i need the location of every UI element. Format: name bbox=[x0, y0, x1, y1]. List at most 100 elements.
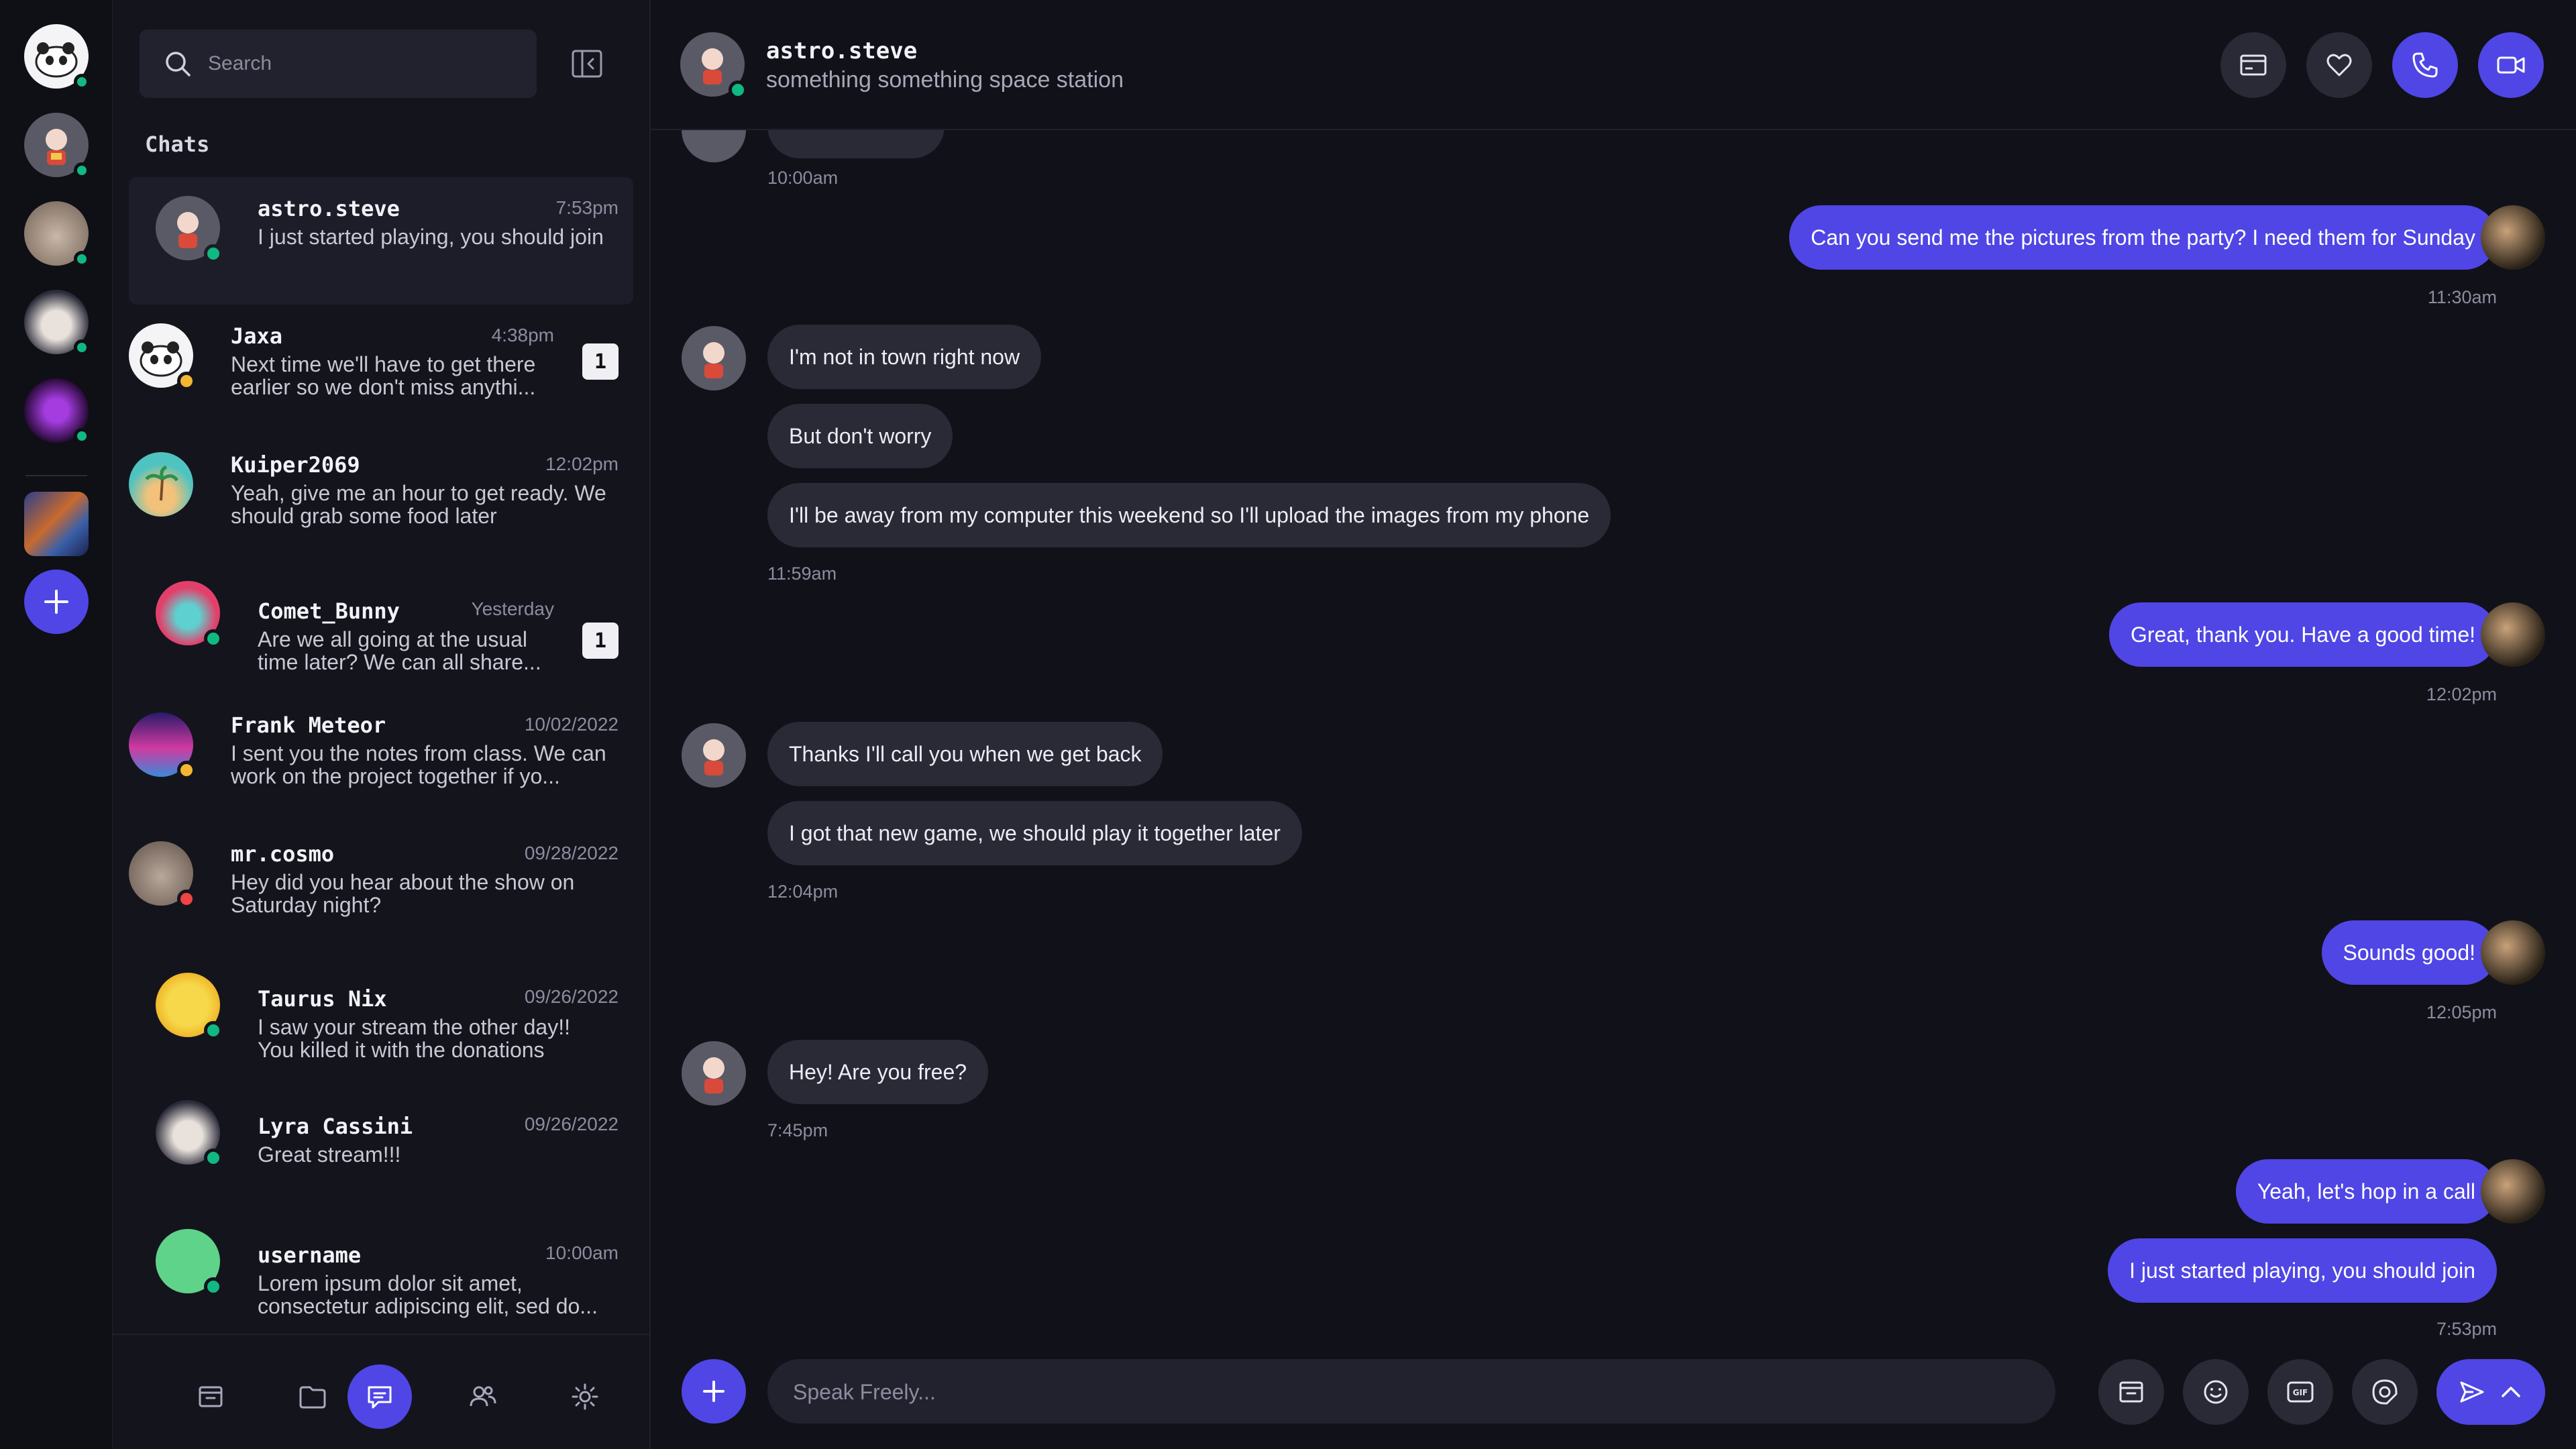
chat-item-jaxa[interactable]: Jaxa 4:38pm Next time we'll have to get … bbox=[129, 305, 633, 432]
chat-preview: Yeah, give me an hour to get ready. We s… bbox=[231, 482, 606, 528]
avatar bbox=[156, 581, 223, 648]
chat-bubble-icon bbox=[368, 1386, 392, 1409]
message-time: 12:02pm bbox=[2426, 684, 2497, 704]
chat-preview: I just started playing, you should join bbox=[258, 225, 604, 249]
message-time: 7:45pm bbox=[767, 1120, 828, 1140]
chat-time: 12:02pm bbox=[545, 453, 619, 474]
phone-icon bbox=[2412, 52, 2438, 78]
header-avatar[interactable] bbox=[680, 32, 747, 99]
chat-preview: I saw your stream the other day!! You ki… bbox=[258, 1016, 570, 1062]
chat-preview: Great stream!!! bbox=[258, 1143, 401, 1167]
chat-time: Yesterday bbox=[471, 598, 555, 619]
chat-item-comet-bunny[interactable]: Comet_Bunny Yesterday Are we all going a… bbox=[129, 574, 633, 702]
sender-avatar bbox=[682, 1041, 746, 1106]
search-icon bbox=[166, 52, 191, 76]
gif-icon: GIF bbox=[2287, 1381, 2314, 1403]
message-list[interactable]: 10:00am Can you send me the pictures fro… bbox=[651, 130, 2576, 1344]
chat-header: astro.steve something something space st… bbox=[651, 0, 2576, 130]
users-icon bbox=[470, 1386, 496, 1407]
chat-name: Frank Meteor bbox=[231, 712, 386, 738]
message-time: 12:05pm bbox=[2426, 1002, 2497, 1022]
message-time: 12:04pm bbox=[767, 881, 839, 902]
nav-files-button[interactable] bbox=[280, 1364, 345, 1429]
chat-item-kuiper2069[interactable]: Kuiper2069 12:02pm Yeah, give me an hour… bbox=[129, 433, 633, 561]
search-bar[interactable] bbox=[140, 30, 537, 98]
inbox-button[interactable] bbox=[2098, 1359, 2164, 1425]
user-avatar-jaxa[interactable] bbox=[24, 24, 90, 90]
wallet-button[interactable] bbox=[2220, 32, 2286, 98]
message-bubble-partial bbox=[767, 130, 945, 158]
sticker-button[interactable] bbox=[2352, 1359, 2418, 1425]
chat-preview: Lorem ipsum dolor sit amet, consectetur … bbox=[258, 1272, 598, 1318]
attach-button[interactable] bbox=[682, 1359, 746, 1424]
nav-inbox-button[interactable] bbox=[178, 1364, 243, 1429]
message-bubble-incoming: I got that new game, we should play it t… bbox=[767, 801, 1302, 865]
message-input-wrapper[interactable] bbox=[767, 1359, 2055, 1425]
send-icon bbox=[2460, 1381, 2484, 1403]
user-avatar-cat[interactable] bbox=[24, 201, 90, 267]
svg-text:GIF: GIF bbox=[2293, 1388, 2308, 1397]
message-time: 11:59am bbox=[767, 564, 837, 584]
message-bubble-outgoing: Great, thank you. Have a good time! bbox=[2108, 602, 2497, 667]
message-bubble-outgoing: I just started playing, you should join bbox=[2108, 1238, 2497, 1303]
avatar bbox=[156, 196, 223, 263]
nav-settings-button[interactable] bbox=[553, 1364, 617, 1429]
my-avatar bbox=[2481, 1159, 2545, 1224]
search-input[interactable] bbox=[207, 52, 504, 76]
chat-time: 4:38pm bbox=[491, 325, 554, 345]
emoji-button[interactable] bbox=[2183, 1359, 2249, 1425]
add-server-button[interactable] bbox=[24, 570, 89, 634]
server-icon[interactable] bbox=[24, 492, 89, 556]
avatar bbox=[129, 841, 196, 908]
chat-item-mr-cosmo[interactable]: mr.cosmo 09/28/2022 Hey did you hear abo… bbox=[129, 822, 633, 950]
chat-name: astro.steve bbox=[258, 196, 400, 221]
avatar bbox=[129, 712, 196, 780]
user-avatar-astro[interactable] bbox=[24, 113, 90, 178]
smiley-icon bbox=[2204, 1380, 2228, 1404]
video-call-button[interactable] bbox=[2478, 32, 2544, 98]
voice-call-button[interactable] bbox=[2392, 32, 2458, 98]
my-avatar bbox=[2481, 205, 2545, 270]
chat-preview: Next time we'll have to get there earlie… bbox=[231, 353, 536, 399]
avatar bbox=[129, 323, 196, 390]
folder-icon bbox=[299, 1386, 326, 1409]
chat-name: Comet_Bunny bbox=[258, 598, 400, 624]
header-status-text: something something space station bbox=[766, 67, 1124, 93]
collapse-sidebar-icon[interactable] bbox=[569, 46, 605, 82]
chat-preview: Hey did you hear about the show on Satur… bbox=[231, 871, 575, 917]
server-rail bbox=[0, 0, 113, 1449]
sender-avatar bbox=[682, 130, 746, 162]
chat-item-lyra-cassini[interactable]: Lyra Cassini 09/26/2022 Great stream!!! bbox=[129, 1089, 633, 1217]
chat-time: 7:53pm bbox=[555, 197, 619, 218]
chat-time: 09/26/2022 bbox=[524, 986, 619, 1007]
message-bubble-outgoing: Yeah, let's hop in a call bbox=[2235, 1159, 2497, 1224]
user-avatar-purple[interactable] bbox=[24, 378, 90, 444]
gif-button[interactable]: GIF bbox=[2267, 1359, 2333, 1425]
chat-time: 10/02/2022 bbox=[524, 714, 619, 735]
nav-friends-button[interactable] bbox=[451, 1364, 515, 1429]
message-bubble-outgoing: Sounds good! bbox=[2321, 920, 2497, 985]
palm-tree-avatar-icon bbox=[145, 465, 179, 501]
plus-icon bbox=[44, 590, 68, 614]
chats-heading: Chats bbox=[145, 131, 210, 157]
chat-name: Taurus Nix bbox=[258, 986, 387, 1012]
message-input[interactable] bbox=[792, 1359, 2002, 1425]
chat-item-taurus-nix[interactable]: Taurus Nix 09/26/2022 I saw your stream … bbox=[129, 962, 633, 1089]
chat-preview: Are we all going at the usual time later… bbox=[258, 628, 541, 674]
chat-sidebar: Chats astro.steve 7:53pm I just started … bbox=[113, 0, 651, 1449]
favorite-button[interactable] bbox=[2306, 32, 2372, 98]
message-bubble-outgoing: Can you send me the pictures from the pa… bbox=[1789, 205, 2497, 270]
chat-item-astro-steve[interactable]: astro.steve 7:53pm I just started playin… bbox=[129, 177, 633, 305]
message-time: 10:00am bbox=[767, 168, 839, 188]
message-bubble-incoming: I'll be away from my computer this weeke… bbox=[767, 483, 1611, 547]
my-avatar bbox=[2481, 602, 2545, 667]
nav-chats-button[interactable] bbox=[347, 1364, 412, 1429]
user-avatar-anime[interactable] bbox=[24, 290, 90, 356]
bottom-nav bbox=[113, 1334, 649, 1449]
message-bubble-incoming: I'm not in town right now bbox=[767, 325, 1042, 389]
send-button[interactable] bbox=[2436, 1359, 2545, 1425]
sender-avatar bbox=[682, 723, 746, 788]
chat-item-username[interactable]: username 10:00am Lorem ipsum dolor sit a… bbox=[129, 1216, 633, 1343]
chat-item-frank-meteor[interactable]: Frank Meteor 10/02/2022 I sent you the n… bbox=[129, 694, 633, 821]
avatar bbox=[156, 1229, 223, 1296]
